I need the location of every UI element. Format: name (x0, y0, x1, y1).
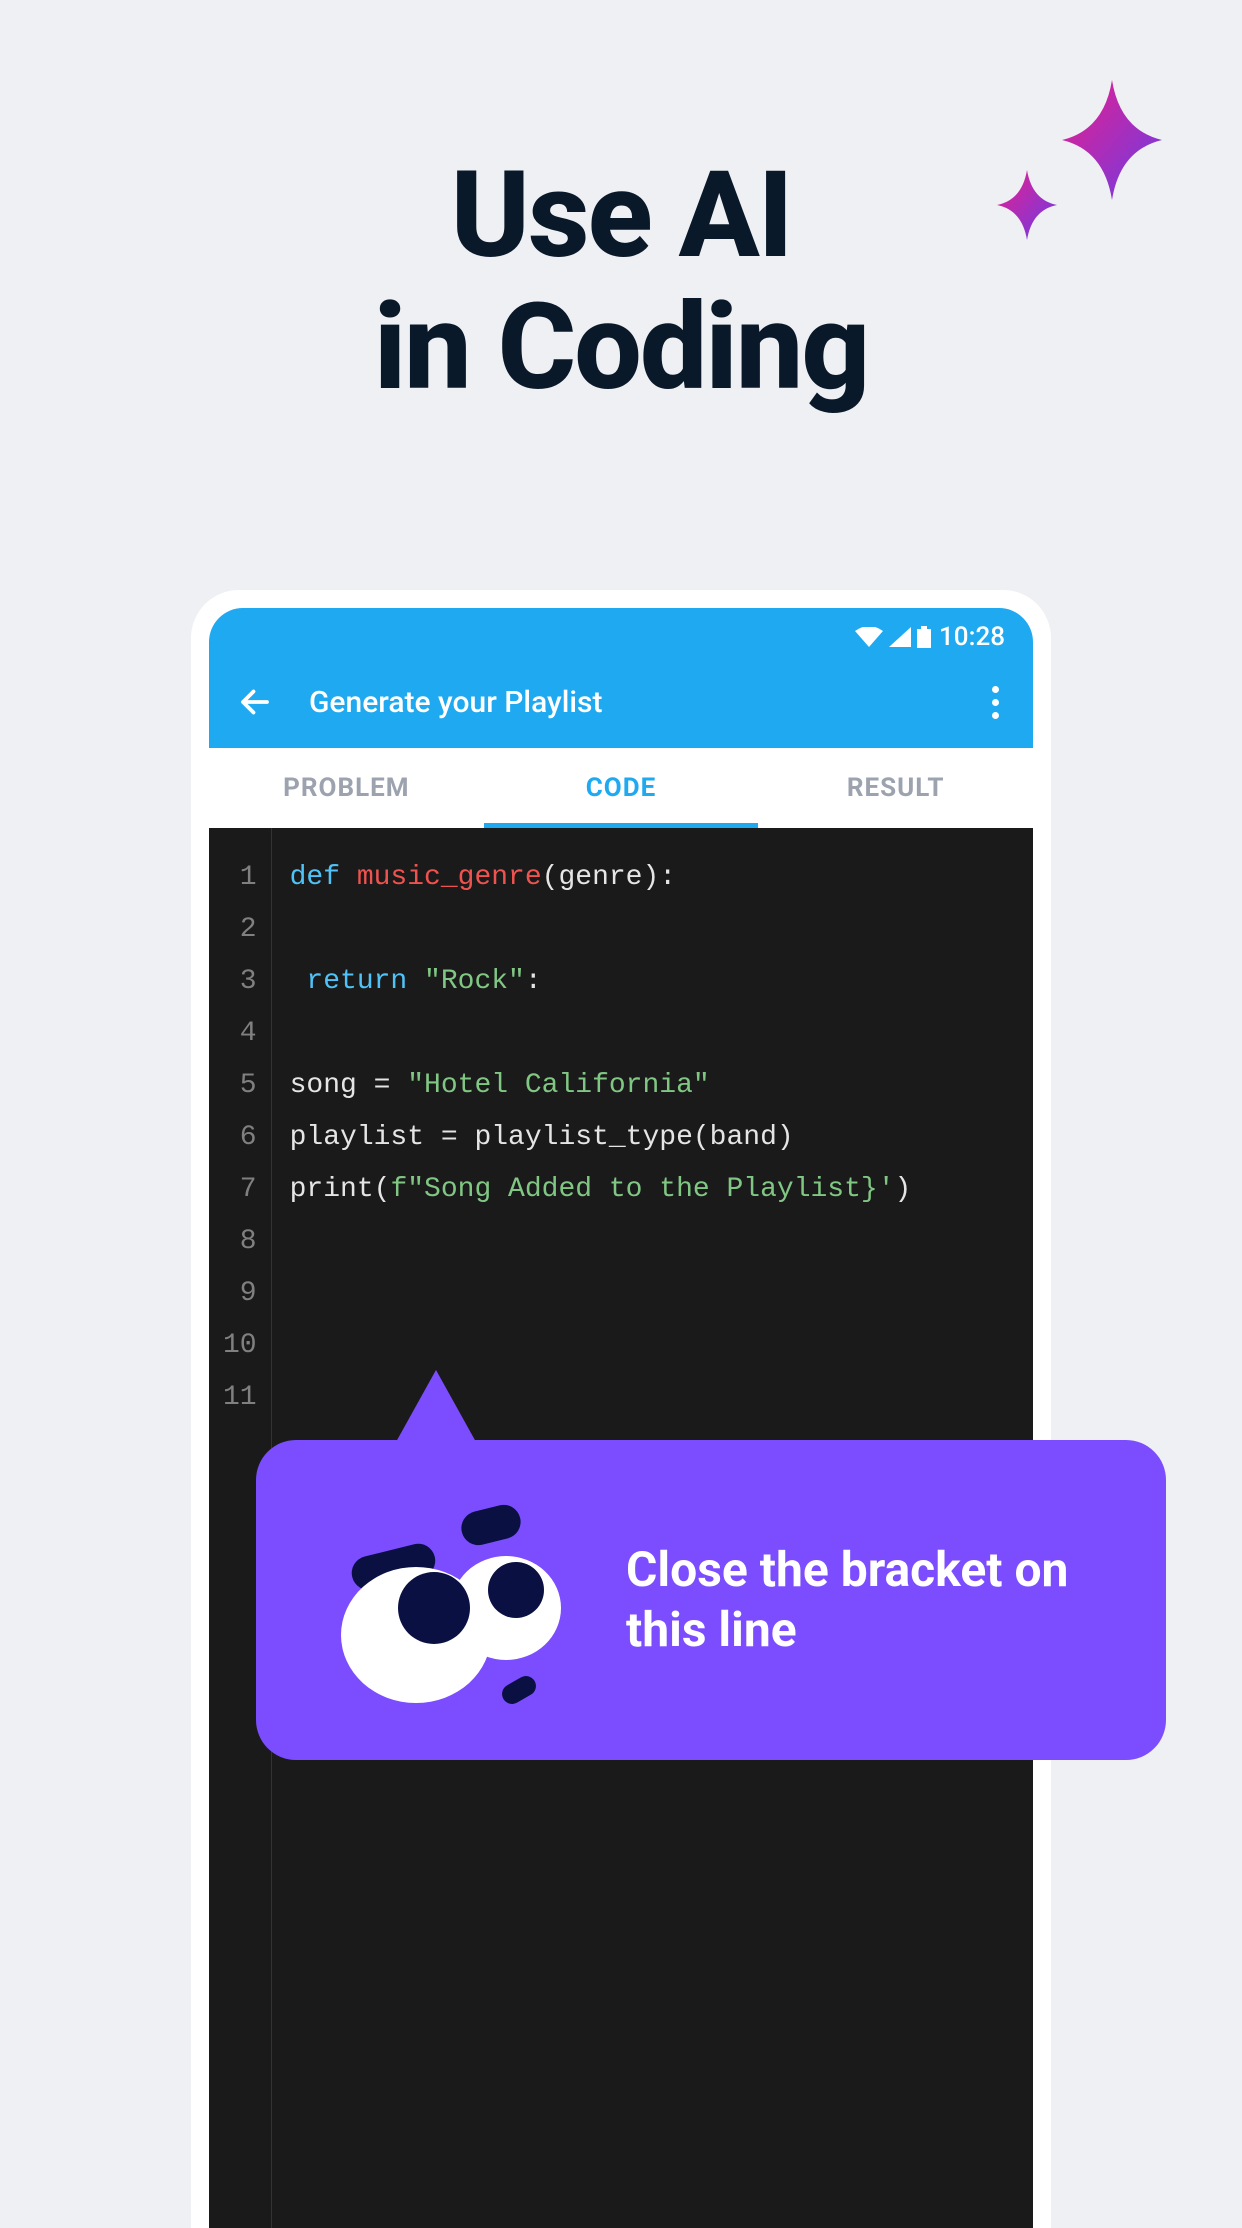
line-number: 10 (223, 1320, 257, 1372)
line-number: 2 (223, 904, 257, 956)
line-number: 6 (223, 1112, 257, 1164)
tab-problem[interactable]: PROBLEM (209, 748, 484, 828)
headline-line2: in Coding (374, 282, 868, 414)
line-number: 8 (223, 1216, 257, 1268)
cellular-icon (889, 627, 911, 647)
line-number: 5 (223, 1060, 257, 1112)
phone-screen: 10:28 Generate your Playlist PROBLEM COD… (209, 608, 1033, 2228)
line-number: 3 (223, 956, 257, 1008)
tabs: PROBLEM CODE RESULT (209, 748, 1033, 828)
code-line[interactable]: def music_genre(genre): (290, 852, 1015, 904)
code-line[interactable] (290, 1268, 1015, 1320)
battery-icon (917, 626, 931, 648)
more-menu-button[interactable] (985, 686, 1005, 719)
status-bar: 10:28 (209, 608, 1033, 662)
app-title: Generate your Playlist (309, 685, 985, 720)
tab-code[interactable]: CODE (484, 748, 759, 828)
code-line[interactable] (290, 904, 1015, 956)
line-number: 4 (223, 1008, 257, 1060)
line-number: 11 (223, 1372, 257, 1424)
phone-frame: 10:28 Generate your Playlist PROBLEM COD… (191, 590, 1051, 2228)
wifi-icon (855, 627, 883, 647)
back-arrow-icon[interactable] (237, 684, 273, 720)
ai-mascot-icon (316, 1490, 576, 1710)
code-line[interactable]: return "Rock": (290, 956, 1015, 1008)
status-icons (855, 626, 931, 648)
headline-line1: Use AI (374, 150, 868, 282)
line-number: 1 (223, 852, 257, 904)
code-line[interactable]: song = "Hotel California" (290, 1060, 1015, 1112)
code-line[interactable] (290, 1320, 1015, 1372)
code-line[interactable] (290, 1216, 1015, 1268)
code-line[interactable]: playlist = playlist_type(band) (290, 1112, 1015, 1164)
line-number: 9 (223, 1268, 257, 1320)
code-line[interactable]: print(f"Song Added to the Playlist}') (290, 1164, 1015, 1216)
headline: Use AI in Coding (374, 150, 868, 414)
sparkle-icon (982, 70, 1182, 270)
app-bar: Generate your Playlist (209, 662, 1033, 748)
code-line[interactable] (290, 1008, 1015, 1060)
ai-tooltip: Close the bracket on this line (256, 1440, 1166, 1760)
line-number: 7 (223, 1164, 257, 1216)
status-time: 10:28 (939, 622, 1005, 652)
tab-result[interactable]: RESULT (758, 748, 1033, 828)
ai-tooltip-text: Close the bracket on this line (626, 1540, 1106, 1660)
